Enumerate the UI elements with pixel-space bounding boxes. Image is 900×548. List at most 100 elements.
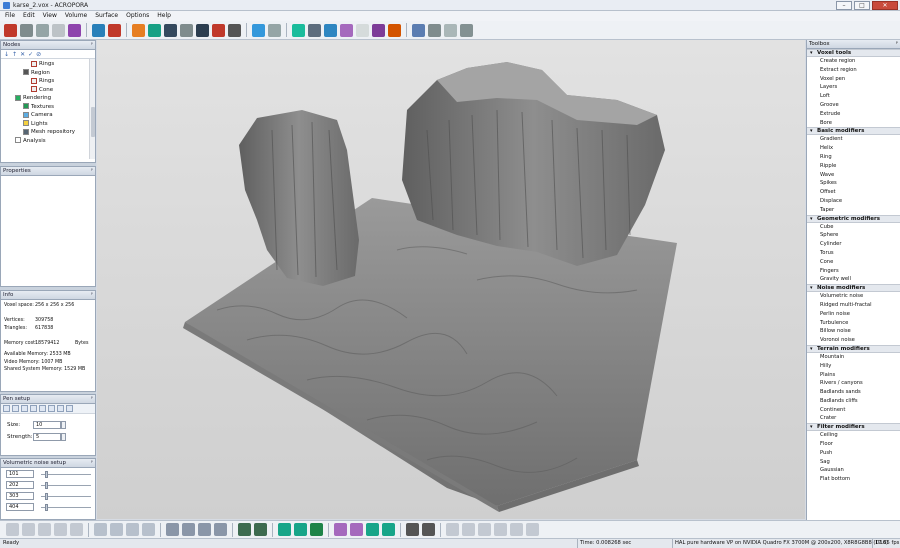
paint-icon[interactable]: [388, 23, 401, 37]
pen-shape-icon[interactable]: [12, 405, 19, 412]
wave-plane-icon[interactable]: [94, 523, 107, 536]
menu-options[interactable]: Options: [126, 11, 149, 21]
tree-item[interactable]: Rings: [1, 77, 95, 86]
tool-item[interactable]: Ring: [807, 153, 900, 162]
pin-icon[interactable]: ᵖ: [91, 167, 93, 175]
tree-item[interactable]: Analysis: [1, 137, 95, 146]
tool-item[interactable]: Helix: [807, 144, 900, 153]
noise-seed-input[interactable]: 303: [6, 492, 34, 500]
tool-item[interactable]: Gradient: [807, 135, 900, 144]
menu-view[interactable]: View: [43, 11, 57, 21]
render-icon[interactable]: [108, 23, 121, 37]
tool-item[interactable]: Badlands cliffs: [807, 397, 900, 406]
tool-item[interactable]: Crater: [807, 414, 900, 423]
tool-item[interactable]: Badlands sands: [807, 388, 900, 397]
add-torus-icon[interactable]: [268, 23, 281, 37]
filter-plane-icon[interactable]: [478, 523, 491, 536]
star-icon[interactable]: [254, 523, 267, 536]
noise-seed-input[interactable]: 101: [6, 470, 34, 478]
tool-item[interactable]: Mountain: [807, 353, 900, 362]
tool-item[interactable]: Voxel pen: [807, 75, 900, 84]
wave-plane-icon[interactable]: [142, 523, 155, 536]
tool-item[interactable]: Layers: [807, 83, 900, 92]
tool-item[interactable]: Extrude: [807, 110, 900, 119]
tree-item[interactable]: Rings: [1, 60, 95, 69]
add-sphere-icon[interactable]: [252, 23, 265, 37]
cube-solid-icon[interactable]: [20, 23, 33, 37]
ball-icon[interactable]: [310, 523, 323, 536]
tree-item[interactable]: Mesh repository: [1, 128, 95, 137]
tool-item[interactable]: Displace: [807, 197, 900, 206]
menu-volume[interactable]: Volume: [65, 11, 87, 21]
menu-edit[interactable]: Edit: [23, 11, 35, 21]
noise-seed-input[interactable]: 202: [6, 481, 34, 489]
tree-item[interactable]: Textures: [1, 103, 95, 112]
crater-icon[interactable]: [372, 23, 385, 37]
tool-item[interactable]: Continent: [807, 406, 900, 415]
tool-item[interactable]: Perlin noise: [807, 310, 900, 319]
slider-knob[interactable]: [45, 471, 48, 478]
flatten-icon[interactable]: [460, 23, 473, 37]
tool-item[interactable]: Volumetric noise: [807, 292, 900, 301]
tree-item[interactable]: Rendering: [1, 94, 95, 103]
tool-item[interactable]: Push: [807, 449, 900, 458]
cut-icon[interactable]: [228, 23, 241, 37]
pin-icon[interactable]: ᵖ: [91, 41, 93, 49]
tool-item[interactable]: Gaussian: [807, 466, 900, 475]
delete-icon[interactable]: ✕: [20, 51, 25, 58]
check-icon[interactable]: ✓: [28, 51, 33, 58]
box-icon[interactable]: [382, 523, 395, 536]
tool-item[interactable]: Wave: [807, 171, 900, 180]
size-spinner[interactable]: [61, 421, 66, 429]
terrain-icon[interactable]: [308, 23, 321, 37]
plane-icon[interactable]: [54, 523, 67, 536]
spike-icon[interactable]: [214, 523, 227, 536]
tool-item[interactable]: Floor: [807, 440, 900, 449]
pin-icon[interactable]: ᵖ: [91, 395, 93, 403]
pen-shape-icon[interactable]: [66, 405, 73, 412]
plane-icon[interactable]: [38, 523, 51, 536]
tool-item[interactable]: Bore: [807, 119, 900, 128]
tool-item[interactable]: Torus: [807, 249, 900, 258]
tool-item[interactable]: Offset: [807, 188, 900, 197]
pen-shape-icon[interactable]: [39, 405, 46, 412]
tool-item[interactable]: Turbulence: [807, 319, 900, 328]
mountain-icon[interactable]: [324, 23, 337, 37]
filter-plane-icon[interactable]: [510, 523, 523, 536]
tool-item[interactable]: Voronoi noise: [807, 336, 900, 345]
spring-icon[interactable]: [180, 23, 193, 37]
tool-item[interactable]: Ceiling: [807, 431, 900, 440]
filter-plane-icon[interactable]: [494, 523, 507, 536]
cube-color-icon[interactable]: [68, 23, 81, 37]
pen-shape-icon[interactable]: [48, 405, 55, 412]
tool-item[interactable]: Rivers / canyons: [807, 379, 900, 388]
menu-help[interactable]: Help: [157, 11, 171, 21]
tree-item[interactable]: Cone: [1, 86, 95, 95]
noise-seed-input[interactable]: 404: [6, 503, 34, 511]
tool-item[interactable]: Hilly: [807, 362, 900, 371]
3d-viewport[interactable]: [97, 40, 805, 519]
category-terrain-modifiers[interactable]: Terrain modifiers: [807, 344, 900, 353]
pen-shape-icon[interactable]: [21, 405, 28, 412]
minimize-button[interactable]: –: [836, 1, 852, 10]
tool-item[interactable]: Groove: [807, 101, 900, 110]
pen-shape-icon[interactable]: [3, 405, 10, 412]
tool-item[interactable]: Fingers: [807, 267, 900, 276]
strength-input[interactable]: 5: [33, 433, 61, 441]
bowl-icon[interactable]: [278, 523, 291, 536]
floor-icon[interactable]: [406, 523, 419, 536]
pointer-icon[interactable]: [4, 23, 17, 37]
tree-item[interactable]: Lights: [1, 120, 95, 129]
tool-item[interactable]: Gravity well: [807, 275, 900, 284]
tool-item[interactable]: Ripple: [807, 162, 900, 171]
spike-icon[interactable]: [198, 523, 211, 536]
move-down-icon[interactable]: ↓: [4, 51, 9, 58]
noise-icon[interactable]: [292, 23, 305, 37]
slider-track[interactable]: [41, 474, 91, 475]
pin-icon[interactable]: ᵖ: [896, 40, 898, 48]
category-geometric-modifiers[interactable]: Geometric modifiers: [807, 214, 900, 223]
pen-shape-icon[interactable]: [57, 405, 64, 412]
cloud-icon[interactable]: [356, 23, 369, 37]
tool-item[interactable]: Cube: [807, 223, 900, 232]
scroll-thumb[interactable]: [91, 107, 95, 137]
